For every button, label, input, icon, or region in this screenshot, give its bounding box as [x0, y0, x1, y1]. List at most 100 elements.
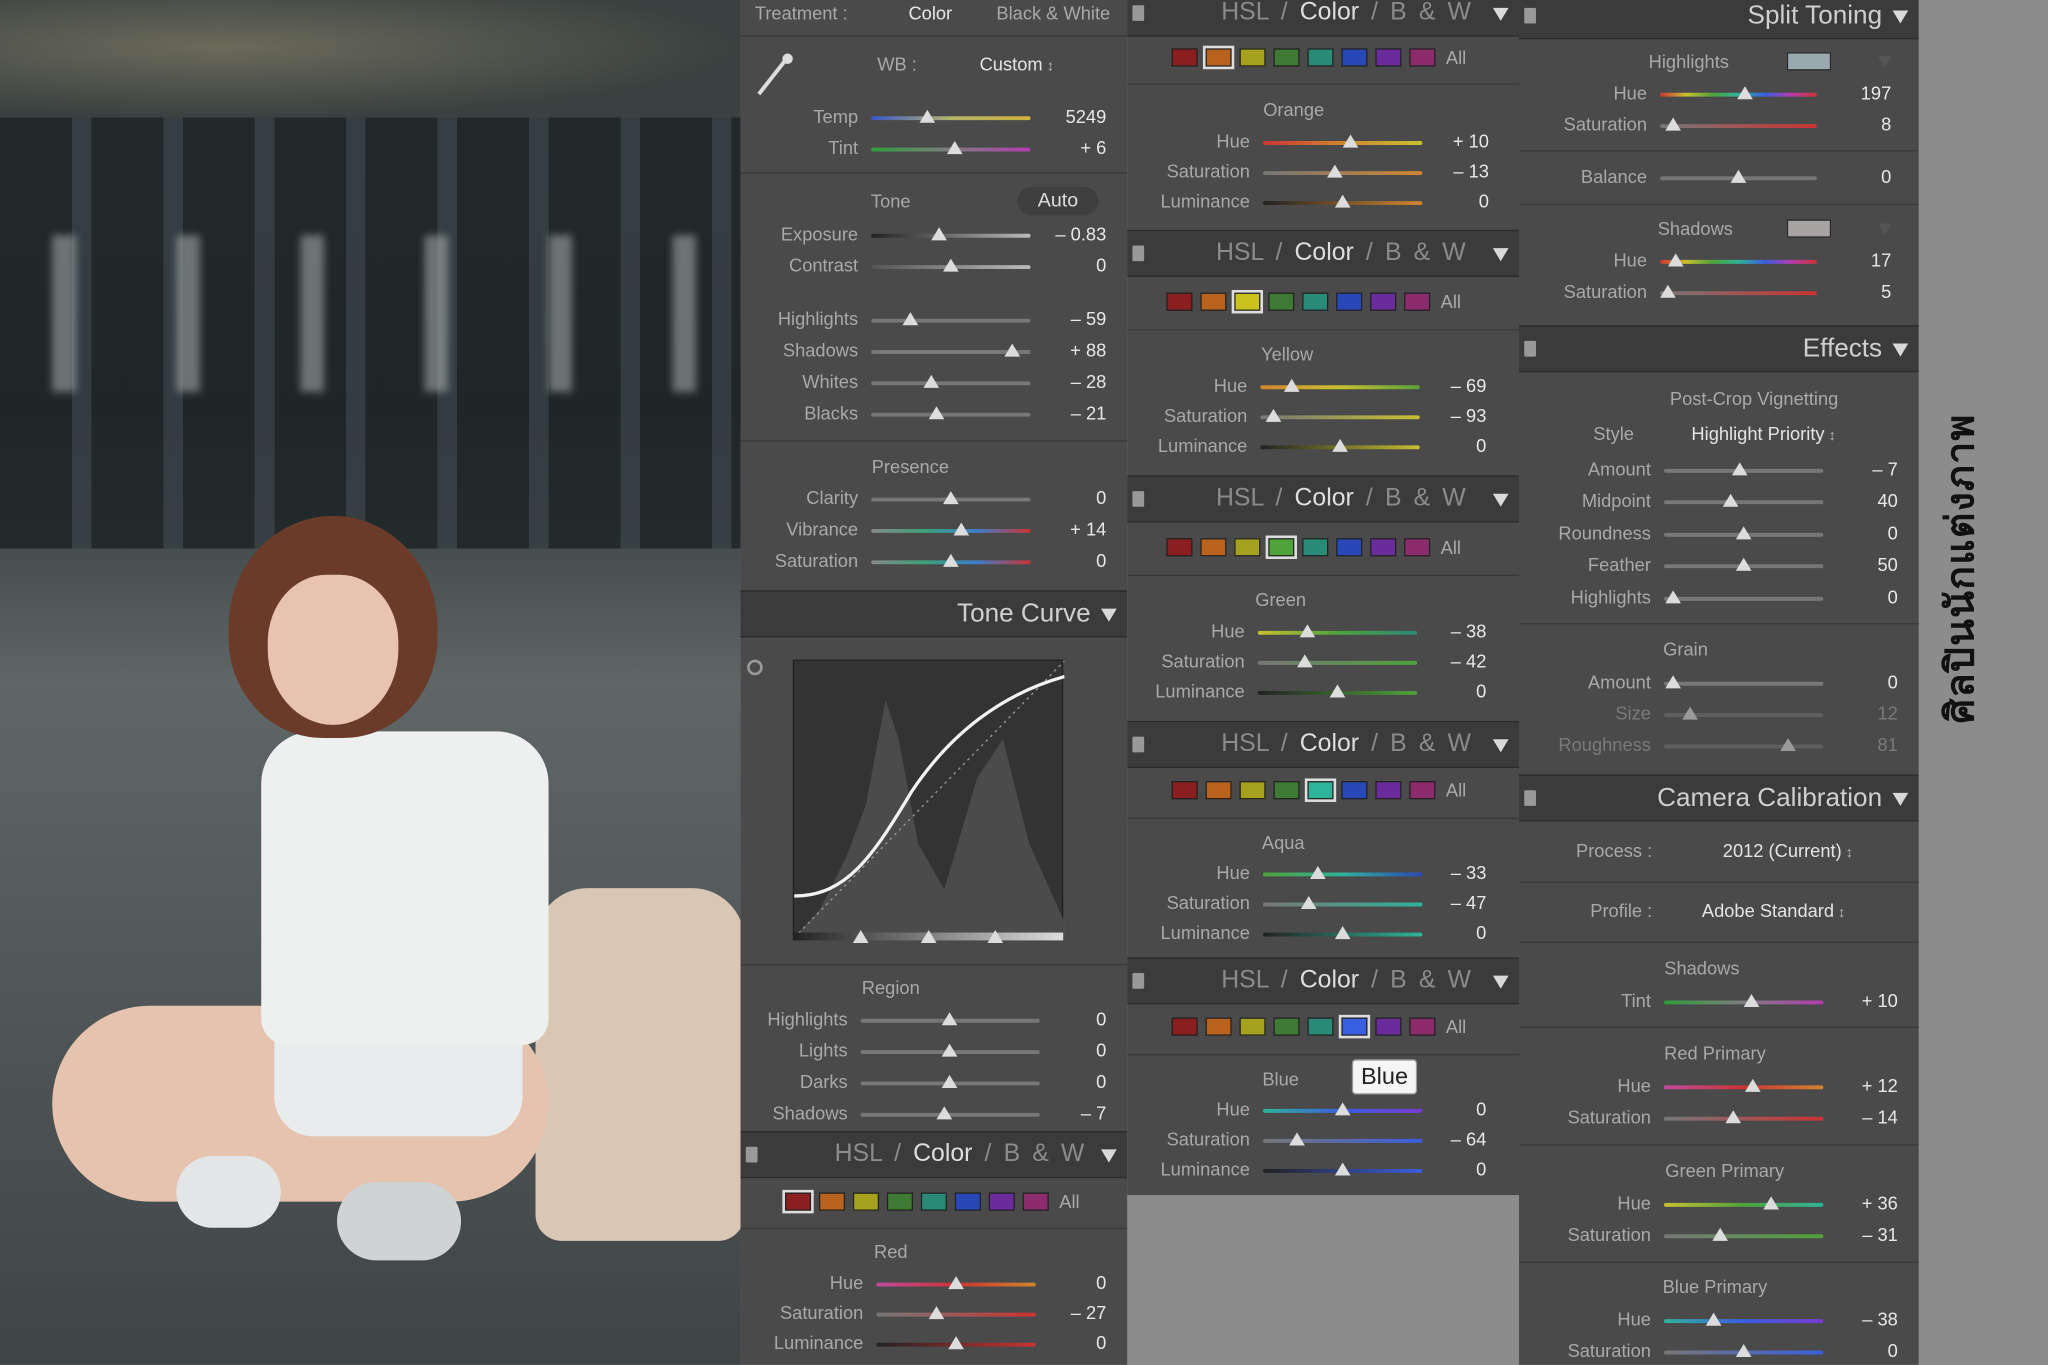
swatch-green[interactable]: [1273, 48, 1300, 67]
curve-split-handle-2[interactable]: [920, 929, 937, 944]
green-primary-hue-value[interactable]: + 36: [1819, 1192, 1898, 1213]
temp-slider[interactable]: [871, 109, 1031, 123]
vignette-roundness-slider-handle[interactable]: [1735, 526, 1752, 540]
swatch-all[interactable]: All: [1441, 537, 1461, 558]
split-hl-hue-value[interactable]: 197: [1826, 82, 1892, 103]
red-saturation-slider-handle[interactable]: [928, 1306, 945, 1320]
vignette-feather-slider[interactable]: [1663, 557, 1824, 571]
collapse-triangle-icon[interactable]: [1892, 343, 1909, 357]
split-hl-hue-slider[interactable]: [1660, 86, 1817, 100]
swatch-all[interactable]: All: [1446, 47, 1466, 68]
split-sh-sat-value[interactable]: 5: [1826, 281, 1891, 302]
hsl-aqua-header[interactable]: HSL / Color / B & W: [1127, 720, 1520, 768]
region-highlights-slider[interactable]: [860, 1012, 1040, 1026]
green-saturation-slider-handle[interactable]: [1296, 654, 1313, 668]
blue-saturation-value[interactable]: – 64: [1408, 1128, 1487, 1149]
process-dropdown[interactable]: 2012 (Current): [1723, 840, 1853, 861]
orange-luminance-slider-handle[interactable]: [1334, 194, 1351, 208]
red-primary-hue-value[interactable]: + 12: [1819, 1075, 1898, 1096]
split-sh-sat-slider[interactable]: [1660, 284, 1817, 298]
shadows-value[interactable]: + 88: [1028, 340, 1106, 361]
swatch-red[interactable]: [782, 1189, 814, 1214]
temp-value[interactable]: 5249: [1041, 106, 1107, 127]
tab-hsl[interactable]: HSL: [1221, 967, 1268, 994]
split-sh-hue-slider-handle[interactable]: [1667, 253, 1684, 267]
swatch-yellow[interactable]: [1239, 1017, 1266, 1036]
exposure-slider[interactable]: [871, 227, 1031, 241]
region-shadows-slider-handle[interactable]: [936, 1106, 953, 1120]
tab-color[interactable]: Color: [1295, 239, 1354, 266]
green-saturation-value[interactable]: – 42: [1408, 650, 1487, 671]
tab-hsl[interactable]: HSL: [835, 1140, 882, 1167]
swatch-green[interactable]: [1268, 292, 1295, 311]
orange-hue-slider-handle[interactable]: [1342, 134, 1359, 148]
region-highlights-value[interactable]: 0: [1041, 1008, 1106, 1029]
swatch-red[interactable]: [1166, 537, 1193, 557]
red-primary-sat-slider-handle[interactable]: [1725, 1110, 1742, 1124]
swatch-orange[interactable]: [1200, 537, 1227, 557]
swatch-orange[interactable]: [1205, 780, 1232, 800]
swatch-green[interactable]: [1273, 780, 1300, 800]
blue-hue-slider-handle[interactable]: [1334, 1102, 1351, 1116]
aqua-saturation-slider-handle[interactable]: [1300, 895, 1317, 910]
treatment-color-option[interactable]: Color: [884, 3, 952, 24]
hsl-tabs[interactable]: HSL / Color / B & W: [1221, 0, 1471, 27]
panel-toggle-icon[interactable]: [1524, 790, 1536, 806]
tone-curve-graph[interactable]: [792, 659, 1065, 939]
collapse-triangle-icon[interactable]: [1101, 608, 1117, 622]
saturation-slider-handle[interactable]: [943, 553, 959, 567]
red-primary-hue-slider[interactable]: [1663, 1078, 1824, 1092]
tab-color[interactable]: Color: [913, 1140, 972, 1167]
blue-saturation-slider[interactable]: [1263, 1132, 1423, 1146]
yellow-saturation-slider[interactable]: [1260, 408, 1420, 422]
grain-size-slider[interactable]: [1663, 706, 1824, 720]
swatch-aqua[interactable]: [1307, 48, 1334, 67]
aqua-hue-slider[interactable]: [1263, 865, 1423, 880]
red-hue-slider-handle[interactable]: [948, 1276, 964, 1290]
collapse-triangle-icon[interactable]: [1892, 10, 1909, 24]
grain-amount-value[interactable]: 0: [1819, 671, 1898, 692]
panel-toggle-icon[interactable]: [1132, 736, 1145, 753]
auto-button[interactable]: Auto: [1017, 186, 1099, 216]
tab-bw[interactable]: B & W: [1390, 0, 1471, 26]
shadows-slider-handle[interactable]: [1004, 343, 1021, 357]
aqua-hue-slider-handle[interactable]: [1310, 865, 1326, 880]
red-primary-sat-slider[interactable]: [1663, 1110, 1824, 1124]
region-lights-slider-handle[interactable]: [941, 1043, 958, 1057]
swatch-aqua[interactable]: [1302, 292, 1329, 311]
orange-saturation-slider[interactable]: [1263, 164, 1423, 178]
blue-saturation-slider-handle[interactable]: [1289, 1132, 1305, 1146]
vignette-roundness-value[interactable]: 0: [1819, 522, 1898, 543]
swatch-blue[interactable]: [1341, 780, 1368, 800]
split-sh-hue-slider[interactable]: [1660, 253, 1817, 267]
target-adjust-icon[interactable]: [747, 659, 763, 676]
yellow-saturation-value[interactable]: – 93: [1408, 405, 1487, 426]
grain-size-value[interactable]: 12: [1819, 703, 1897, 724]
whites-slider[interactable]: [871, 374, 1031, 388]
blacks-value[interactable]: – 21: [1028, 402, 1107, 423]
red-luminance-slider-handle[interactable]: [948, 1336, 964, 1350]
yellow-luminance-value[interactable]: 0: [1408, 435, 1486, 456]
green-primary-hue-slider[interactable]: [1663, 1196, 1824, 1210]
region-shadows-value[interactable]: – 7: [1041, 1102, 1106, 1123]
tab-color[interactable]: Color: [1300, 967, 1359, 994]
aqua-saturation-slider[interactable]: [1263, 895, 1423, 910]
grain-amount-slider[interactable]: [1663, 675, 1824, 689]
highlights-slider[interactable]: [871, 312, 1031, 326]
shadows-slider[interactable]: [871, 343, 1031, 357]
panel-toggle-icon[interactable]: [1132, 973, 1145, 989]
tint-slider[interactable]: [871, 141, 1031, 155]
green-primary-sat-value[interactable]: – 31: [1819, 1224, 1898, 1245]
tab-color[interactable]: Color: [1300, 0, 1359, 26]
split-hl-sat-value[interactable]: 8: [1826, 114, 1891, 135]
swatch-blue[interactable]: [1336, 537, 1363, 557]
clarity-slider[interactable]: [871, 491, 1031, 505]
blue-hue-slider[interactable]: [1263, 1102, 1423, 1116]
highlights-color-swatch[interactable]: [1786, 52, 1832, 71]
shadows-dropdown-icon[interactable]: [1878, 223, 1892, 236]
contrast-slider-handle[interactable]: [943, 258, 959, 272]
swatch-aqua[interactable]: [1304, 778, 1337, 802]
hsl-tabs[interactable]: HSL / Color / B & W: [1216, 485, 1466, 514]
split-sh-hue-value[interactable]: 17: [1826, 249, 1891, 270]
panel-toggle-icon[interactable]: [1132, 5, 1145, 21]
